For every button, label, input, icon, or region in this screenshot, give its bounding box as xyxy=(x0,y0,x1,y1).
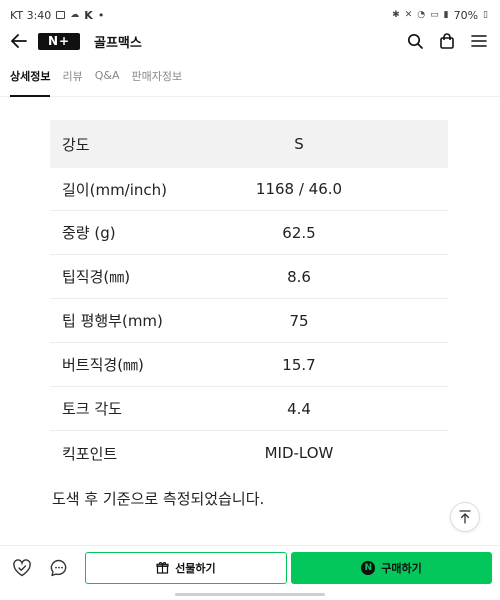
mute-icon: ✕ xyxy=(404,9,413,20)
tab-qna[interactable]: Q&A xyxy=(95,55,120,96)
store-name[interactable]: 골프맥스 xyxy=(94,32,142,51)
nplus-logo[interactable]: N+ xyxy=(38,32,80,50)
app-header: N+ 골프맥스 xyxy=(0,30,500,52)
bluetooth-icon: ✱ xyxy=(392,9,400,20)
gift-icon xyxy=(156,562,169,574)
chat-bubble-icon xyxy=(50,559,67,576)
spec-label: 강도 xyxy=(62,135,90,154)
naverpay-n-icon: N xyxy=(361,560,376,575)
spec-row: 팁 평행부(mm) 75 xyxy=(50,299,448,343)
menu-button[interactable] xyxy=(470,32,488,50)
spec-row: 길이(mm/inch) 1168 / 46.0 xyxy=(50,168,448,211)
spec-row: 중량 (g) 62.5 xyxy=(50,211,448,255)
lte-icon: ▭ xyxy=(430,9,439,20)
battery-icon: ▯ xyxy=(483,9,488,20)
tab-detail-info[interactable]: 상세정보 xyxy=(10,55,51,97)
spec-value: 62.5 xyxy=(282,223,316,242)
spec-value: S xyxy=(294,135,304,153)
hamburger-menu-icon xyxy=(471,35,487,47)
spec-row: 강도 S xyxy=(50,120,448,168)
app-badge: K xyxy=(84,8,93,22)
measurement-note: 도색 후 기준으로 측정되었습니다. xyxy=(52,490,265,508)
search-button[interactable] xyxy=(406,32,424,50)
spec-value: MID-LOW xyxy=(264,444,334,462)
spec-label: 팁직경(㎜) xyxy=(62,268,131,286)
gallery-notification-icon xyxy=(56,11,66,19)
spec-label: 토크 각도 xyxy=(62,400,122,418)
spec-row: 버트직경(㎜) 15.7 xyxy=(50,343,448,387)
spec-row: 토크 각도 4.4 xyxy=(50,387,448,431)
spec-row: 킥포인트 MID-LOW xyxy=(50,431,448,475)
spec-label: 중량 (g) xyxy=(62,224,116,242)
spec-label: 킥포인트 xyxy=(62,444,118,463)
bottom-action-bar: 선물하기 N 구매하기 xyxy=(0,545,500,589)
spec-value: 8.6 xyxy=(287,267,311,286)
buy-label: 구매하기 xyxy=(381,561,422,575)
cart-button[interactable] xyxy=(438,32,456,50)
spec-row: 팁직경(㎜) 8.6 xyxy=(50,255,448,299)
signal-icon: ▮ xyxy=(443,9,449,20)
gift-label: 선물하기 xyxy=(175,561,216,575)
tab-seller-info[interactable]: 판매자정보 xyxy=(132,55,183,96)
spec-label: 버트직경(㎜) xyxy=(62,356,144,374)
status-bar: KT 3:40 ☁ K • ✱ ✕ ◔ ▭ ▮ 70% ▯ xyxy=(0,0,500,30)
wishlist-button[interactable] xyxy=(8,554,35,582)
product-tabs: 상세정보 리뷰 Q&A 판매자정보 xyxy=(0,55,500,97)
heart-check-icon xyxy=(12,558,31,576)
cloud-notification-icon: ☁ xyxy=(70,9,80,20)
home-indicator xyxy=(175,593,325,596)
gift-button[interactable]: 선물하기 xyxy=(84,551,287,584)
more-notifications-dot: • xyxy=(97,8,105,22)
tab-reviews[interactable]: 리뷰 xyxy=(62,55,82,96)
spec-label: 길이(mm/inch) xyxy=(62,180,168,199)
buy-button[interactable]: N 구매하기 xyxy=(290,551,492,584)
spec-table: 강도 S 길이(mm/inch) 1168 / 46.0 중량 (g) 62.5… xyxy=(50,120,448,475)
battery-level: 70% xyxy=(453,8,479,22)
status-left: KT 3:40 ☁ K • xyxy=(10,9,104,22)
spec-value: 15.7 xyxy=(282,355,316,374)
shopping-bag-icon xyxy=(440,33,454,49)
spec-label: 팁 평행부(mm) xyxy=(62,312,163,330)
scroll-to-top-button[interactable] xyxy=(450,502,480,532)
carrier-time: KT 3:40 xyxy=(10,8,52,22)
wifi-icon: ◔ xyxy=(417,9,426,20)
header-icons xyxy=(406,32,488,50)
spec-value: 4.4 xyxy=(287,399,311,418)
talk-button[interactable] xyxy=(45,554,72,582)
spec-value: 75 xyxy=(289,311,309,330)
back-button[interactable] xyxy=(10,32,28,50)
back-arrow-icon xyxy=(11,34,27,48)
search-icon xyxy=(407,33,423,49)
spec-value: 1168 / 46.0 xyxy=(255,180,343,198)
status-right: ✱ ✕ ◔ ▭ ▮ 70% ▯ xyxy=(392,9,488,22)
arrow-up-icon xyxy=(459,510,471,524)
